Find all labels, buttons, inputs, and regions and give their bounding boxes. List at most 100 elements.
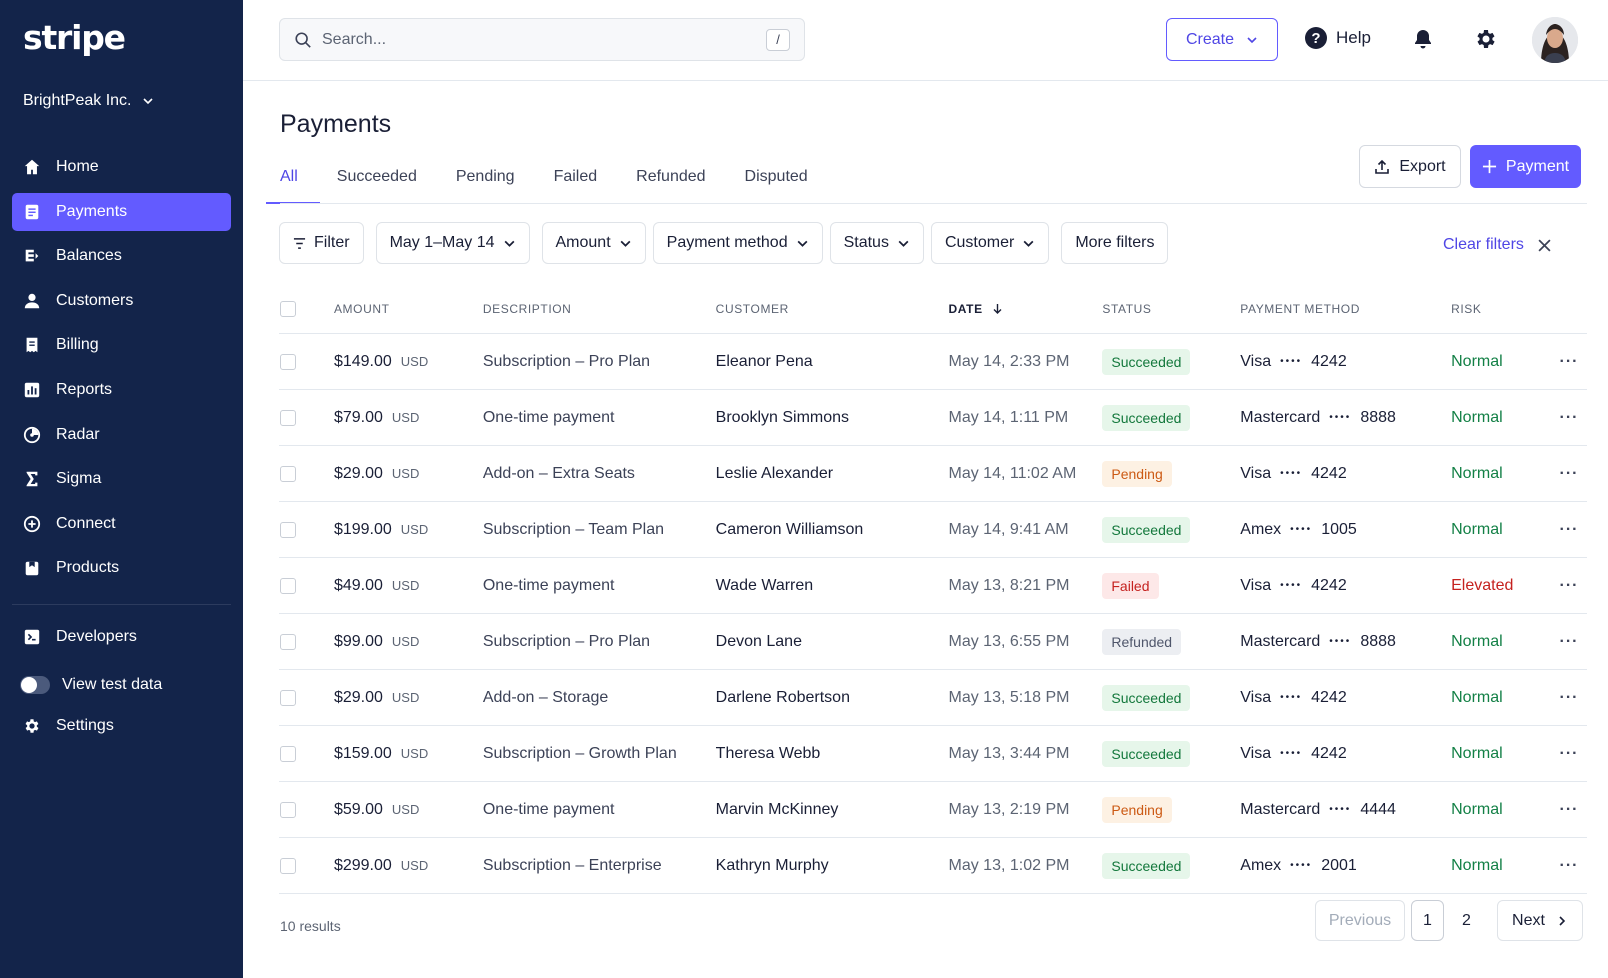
help-button[interactable]: ? Help (1305, 27, 1371, 49)
table-row[interactable]: $79.00 USD One-time payment Brooklyn Simmon… (279, 390, 1587, 446)
bell-icon[interactable] (1411, 27, 1435, 51)
filter-button[interactable]: Filter (279, 222, 364, 264)
table-row[interactable]: $99.00 USD Subscription – Pro Plan Devon La… (279, 614, 1587, 670)
stripe-logo[interactable]: stripe (23, 18, 126, 57)
header-payment-method[interactable]: PAYMENT METHOD (1240, 302, 1451, 316)
customer-cell[interactable]: Wade Warren (716, 577, 949, 595)
amount-filter[interactable]: Amount (541, 222, 646, 264)
tab-succeeded[interactable]: Succeeded (337, 156, 417, 204)
header-customer[interactable]: CUSTOMER (716, 302, 949, 316)
payment-method-filter[interactable]: Payment method (652, 222, 823, 264)
description-cell: One-time payment (482, 408, 615, 426)
date-cell: May 14, 2:33 PM (948, 352, 1070, 370)
row-actions-button[interactable]: ··· (1551, 857, 1587, 875)
view-test-data-toggle[interactable]: View test data (12, 663, 231, 707)
status-filter[interactable]: Status (829, 222, 924, 264)
customer-cell[interactable]: Theresa Webb (716, 745, 949, 763)
header-date-cell[interactable]: DATE (949, 302, 1103, 316)
sidebar-item-payments[interactable]: Payments (12, 192, 231, 231)
row-actions-button[interactable]: ··· (1551, 521, 1587, 539)
new-payment-button[interactable]: Payment (1470, 145, 1581, 188)
results-count: 10 results (280, 918, 341, 934)
sidebar-item-billing[interactable]: Billing (12, 326, 231, 364)
toggle-switch[interactable] (20, 675, 50, 694)
row-actions-button[interactable]: ··· (1551, 801, 1587, 819)
header-amount[interactable]: AMOUNT (334, 302, 483, 316)
row-checkbox[interactable] (280, 577, 296, 594)
row-checkbox[interactable] (280, 521, 296, 538)
create-button[interactable]: Create (1166, 18, 1278, 61)
sidebar-item-reports[interactable]: Reports (12, 371, 231, 409)
table-row[interactable]: $199.00 USD Subscription – Team Plan Camero… (279, 502, 1587, 558)
amount-value: $29.00 (333, 464, 383, 482)
tab-refunded[interactable]: Refunded (636, 156, 705, 204)
table-row[interactable]: $49.00 USD One-time payment Wade Warren May … (279, 558, 1587, 614)
page-title: Payments (280, 110, 392, 138)
customer-cell[interactable]: Eleanor Pena (716, 353, 949, 371)
table-row[interactable]: $149.00 USD Subscription – Pro Plan Eleanor… (279, 334, 1587, 390)
customer-cell[interactable]: Brooklyn Simmons (716, 409, 949, 427)
row-checkbox[interactable] (280, 801, 296, 818)
search-bar[interactable]: / (279, 18, 805, 61)
avatar[interactable] (1532, 17, 1578, 63)
sidebar-item-customers[interactable]: Customers (12, 282, 231, 320)
search-input[interactable] (322, 30, 756, 49)
customer-cell[interactable]: Cameron Williamson (716, 521, 949, 539)
row-actions-button[interactable]: ··· (1551, 409, 1587, 427)
customer-cell[interactable]: Kathryn Murphy (716, 857, 949, 875)
more-filters-button[interactable]: More filters (1061, 222, 1169, 264)
sidebar-item-radar[interactable]: Radar (12, 416, 231, 454)
gear-icon[interactable] (1474, 27, 1498, 51)
sidebar-item-connect[interactable]: Connect (12, 505, 231, 543)
sidebar-item-sigma[interactable]: Sigma (12, 460, 231, 498)
sidebar-item-balances[interactable]: Balances (12, 237, 231, 275)
description-cell: Subscription – Pro Plan (482, 352, 651, 370)
customer-cell[interactable]: Leslie Alexander (716, 465, 949, 483)
row-actions-button[interactable]: ··· (1551, 745, 1587, 763)
table-row[interactable]: $29.00 USD Add-on – Storage Darlene Roberts… (279, 670, 1587, 726)
customer-cell[interactable]: Darlene Robertson (716, 689, 949, 707)
customer-cell[interactable]: Devon Lane (716, 633, 949, 651)
row-checkbox[interactable] (280, 689, 296, 706)
row-checkbox[interactable] (280, 745, 296, 762)
row-actions-button[interactable]: ··· (1551, 353, 1587, 371)
table-row[interactable]: $159.00 USD Subscription – Growth Plan Ther… (279, 726, 1587, 782)
row-checkbox[interactable] (280, 857, 296, 874)
row-checkbox[interactable] (280, 465, 296, 482)
sidebar-item-settings[interactable]: Settings (12, 707, 231, 745)
header-risk[interactable]: RISK (1451, 302, 1551, 316)
sidebar-item-products[interactable]: Products (12, 549, 231, 587)
select-all-checkbox[interactable] (280, 300, 296, 317)
table-row[interactable]: $59.00 USD One-time payment Marvin McKinney… (279, 782, 1587, 838)
next-page-button[interactable]: Next (1497, 900, 1583, 941)
previous-page-button[interactable]: Previous (1315, 900, 1405, 941)
tab-all[interactable]: All (266, 156, 320, 204)
customer-cell[interactable]: Marvin McKinney (716, 801, 949, 819)
tab-disputed[interactable]: Disputed (745, 156, 808, 204)
row-actions-button[interactable]: ··· (1551, 577, 1587, 595)
table-row[interactable]: $299.00 USD Subscription – Enterprise Kathr… (279, 838, 1587, 894)
tab-pending[interactable]: Pending (456, 156, 515, 204)
clear-filters-button[interactable]: Clear filters (1443, 236, 1551, 254)
page-2-button[interactable]: 2 (1450, 900, 1483, 941)
tab-failed[interactable]: Failed (554, 156, 598, 204)
row-checkbox[interactable] (280, 409, 296, 426)
header-status[interactable]: STATUS (1102, 302, 1240, 316)
sidebar-item-home[interactable]: Home (12, 148, 231, 186)
page-1-button[interactable]: 1 (1411, 900, 1444, 941)
currency-code: USD (400, 353, 429, 369)
account-switcher[interactable]: BrightPeak Inc. (23, 92, 154, 110)
row-checkbox[interactable] (280, 633, 296, 650)
date-range-filter[interactable]: May 1–May 14 (375, 222, 530, 264)
export-button[interactable]: Export (1359, 145, 1461, 188)
status-badge: Succeeded (1102, 852, 1191, 879)
row-checkbox[interactable] (280, 353, 296, 370)
table-row[interactable]: $29.00 USD Add-on – Extra Seats Leslie Alex… (279, 446, 1587, 502)
status-cell: Succeeded (1102, 516, 1240, 543)
row-actions-button[interactable]: ··· (1551, 633, 1587, 651)
sidebar-item-developers[interactable]: Developers (12, 618, 231, 656)
header-description[interactable]: DESCRIPTION (483, 302, 716, 316)
customer-filter[interactable]: Customer (930, 222, 1050, 264)
row-actions-button[interactable]: ··· (1551, 465, 1587, 483)
row-actions-button[interactable]: ··· (1551, 689, 1587, 707)
